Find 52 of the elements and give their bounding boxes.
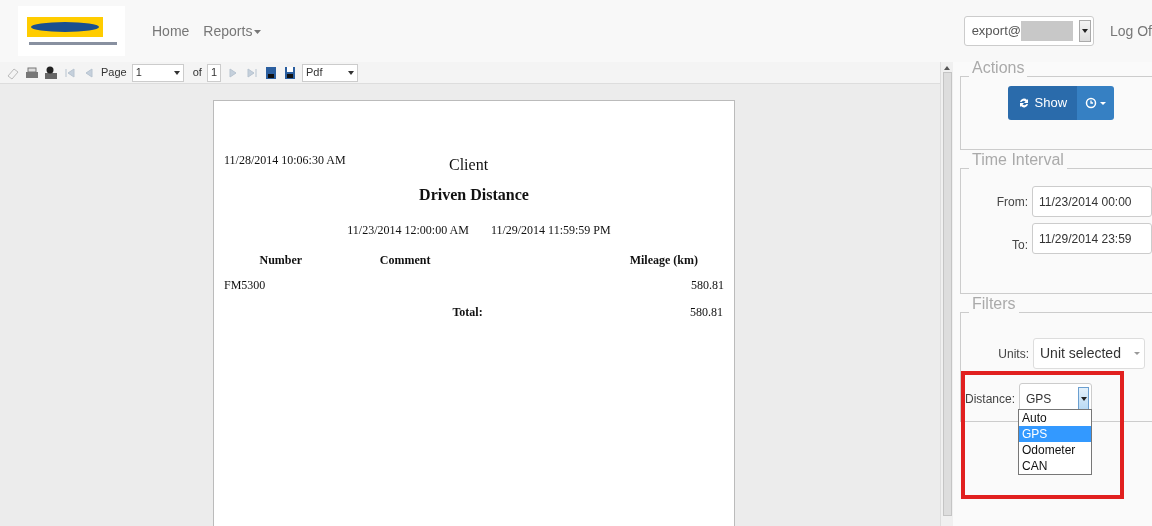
report-timestamp: 11/28/2014 10:06:30 AM [224, 152, 347, 169]
scrollbar-thumb[interactable] [942, 72, 952, 516]
caret-icon [1100, 101, 1107, 105]
reports-dropdown[interactable]: Reports [203, 20, 262, 42]
of-label: of [192, 65, 202, 81]
date-input[interactable]: 11/23/2014 00:00 [1032, 186, 1152, 217]
redaction-block [1020, 21, 1073, 41]
field-label: Units: [998, 345, 1029, 363]
show-button[interactable]: Show [1007, 86, 1078, 120]
column-header: Mileage (km) [629, 253, 698, 267]
refresh-icon [1017, 97, 1030, 109]
caret-icon [173, 70, 180, 75]
caret-icon [1134, 352, 1140, 355]
caret-icon [348, 70, 354, 75]
caret-icon [1081, 29, 1088, 33]
section-legend: Actions [969, 60, 1028, 76]
account-select[interactable]: export@ [963, 16, 1094, 46]
total-label: Total: [452, 305, 483, 319]
format-select[interactable]: Pdf [302, 63, 358, 82]
printer-icon[interactable] [25, 65, 39, 80]
client-name: Client [449, 155, 489, 173]
range-start: 11/23/2014 12:00:00 AM [347, 222, 469, 239]
table-cell: 580.81 [691, 278, 724, 292]
page-label: Page [101, 65, 127, 81]
logo-icon [26, 17, 117, 45]
export-icon[interactable] [283, 65, 297, 80]
dropdown-option[interactable]: CAN [1019, 458, 1091, 474]
field-label: Distance: [965, 390, 1016, 408]
field-label: To: [1012, 237, 1028, 254]
report-title: Driven Distance [419, 186, 529, 203]
page-count-field: 1 [206, 63, 221, 82]
clock-icon [1085, 97, 1098, 109]
total-value: 580.81 [690, 305, 723, 319]
dropdown-option[interactable]: Odometer [1019, 442, 1091, 458]
date-input[interactable]: 11/29/2014 23:59 [1032, 223, 1152, 254]
schedule-dropdown-button[interactable] [1077, 86, 1115, 120]
units-select[interactable]: Unit selected [1033, 338, 1145, 369]
caret-icon [1080, 396, 1087, 401]
save-icon[interactable] [264, 65, 278, 80]
column-header: Comment [379, 253, 431, 267]
page-select[interactable]: 1 [131, 63, 184, 82]
logout-link[interactable]: Log Of [1109, 20, 1152, 42]
table-cell: FM5300 [224, 278, 266, 292]
column-header: Number [259, 253, 303, 267]
section-legend: Filters [969, 296, 1019, 312]
section-legend: Time Interval [969, 152, 1067, 168]
nav-link[interactable]: Home [152, 20, 190, 42]
caret-icon [254, 29, 262, 34]
range-end: 11/29/2014 11:59:59 PM [490, 222, 611, 239]
dropdown-menu[interactable]: Auto GPS Odometer CAN [1018, 409, 1092, 475]
scroll-up-icon[interactable] [944, 66, 950, 70]
field-label: From: [996, 193, 1028, 211]
